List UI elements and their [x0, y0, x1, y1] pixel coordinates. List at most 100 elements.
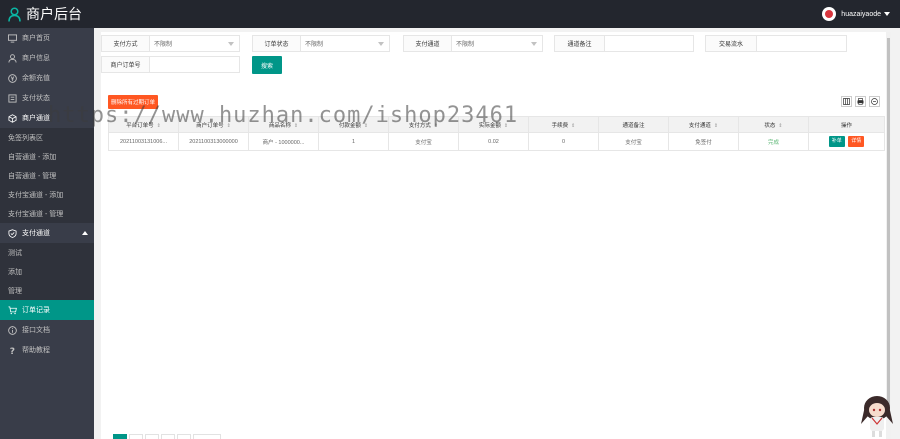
sidebar-item-add[interactable]: 添加: [0, 262, 94, 281]
sidebar-item-label: 自营通道 - 管理: [8, 172, 57, 180]
order-status-select[interactable]: 不限制: [301, 35, 390, 52]
sidebar-item-label: 接口文档: [22, 327, 50, 334]
vertical-scrollbar[interactable]: [886, 32, 891, 439]
sidebar-item-label: 余额充值: [22, 75, 50, 82]
sort-icon: ⇕: [713, 122, 719, 129]
page-button[interactable]: [145, 434, 159, 439]
app-title: 商户后台: [26, 6, 82, 22]
table-row: 20211003131006... 2021100313000000 商户 - …: [108, 132, 885, 151]
select-value: 不限制: [305, 42, 324, 48]
col-platform-order[interactable]: 平台订单号 ⇕: [108, 116, 179, 133]
sort-icon: ⇕: [571, 122, 576, 129]
cell-merchant-order: 2021100313000000: [178, 132, 249, 151]
col-merchant-order[interactable]: 商户订单号 ⇕: [178, 116, 249, 133]
sidebar-item-pay-channel[interactable]: 支付通道: [0, 223, 94, 243]
filter-label: 通道备注: [554, 35, 605, 52]
detail-button[interactable]: 详情: [848, 136, 865, 147]
monitor-icon: [8, 33, 17, 43]
table-toolbar: 删除所有过期订单: [108, 93, 884, 113]
channel-note-input[interactable]: [605, 35, 694, 52]
page-button[interactable]: [177, 434, 191, 439]
page-current[interactable]: [113, 434, 127, 439]
search-button[interactable]: 搜索: [252, 56, 282, 74]
filter-trade-no: 交易流水: [705, 35, 847, 52]
sidebar: 商户首页 商户信息 余额充值 支付状态 商户通道 免签列表区 自营通道 - 添加…: [0, 28, 94, 439]
export-icon[interactable]: [869, 96, 880, 107]
brand: 商户后台: [8, 4, 82, 24]
col-channel-note: 通道备注: [598, 116, 669, 133]
sidebar-item-alipay-channel-manage[interactable]: 支付宝通道 - 管理: [0, 204, 94, 223]
sidebar-item-home[interactable]: 商户首页: [0, 28, 94, 48]
sort-icon: ⇕: [778, 122, 783, 129]
sidebar-item-help[interactable]: ? 帮助教程: [0, 340, 94, 360]
col-status[interactable]: 状态 ⇕: [738, 116, 809, 133]
sidebar-item-label: 支付通道: [22, 230, 50, 237]
merchant-order-input[interactable]: [150, 56, 240, 73]
page-button[interactable]: [129, 434, 143, 439]
col-amount[interactable]: 付款金额 ⇕: [318, 116, 389, 133]
filter-channel-note: 通道备注: [554, 35, 694, 52]
yen-icon: [8, 73, 17, 83]
column-header: 支付方式: [408, 122, 431, 129]
col-actual-amount[interactable]: 实际金额 ⇕: [458, 116, 529, 133]
col-pay-method[interactable]: 支付方式 ⇕: [388, 116, 459, 133]
user-menu[interactable]: huazaiyaode: [822, 7, 890, 21]
filter-label: 支付方式: [101, 35, 150, 52]
sidebar-item-pay-status[interactable]: 支付状态: [0, 88, 94, 108]
info-icon: [8, 325, 17, 335]
sidebar-item-api-docs[interactable]: 接口文档: [0, 320, 94, 340]
sidebar-item-alipay-channel-add[interactable]: 支付宝通道 - 添加: [0, 185, 94, 204]
trade-no-input[interactable]: [757, 35, 847, 52]
pagination: [113, 434, 223, 439]
cell-product: 商户 - 1000000...: [248, 132, 319, 151]
pay-method-select[interactable]: 不限制: [150, 35, 240, 52]
sidebar-item-label: 商户首页: [22, 35, 50, 42]
page-button[interactable]: [161, 434, 175, 439]
sidebar-item-manage[interactable]: 管理: [0, 281, 94, 300]
col-product[interactable]: 商品名称 ⇕: [248, 116, 319, 133]
column-header: 手续费: [551, 122, 569, 129]
column-header: 实际金额: [478, 122, 501, 129]
select-value: 不限制: [456, 42, 475, 48]
col-pay-channel[interactable]: 支付通道 ⇕: [668, 116, 739, 133]
user-icon: [8, 53, 17, 63]
filter-label: 支付通道: [403, 35, 452, 52]
pay-channel-select[interactable]: 不限制: [452, 35, 543, 52]
sidebar-item-self-channel-add[interactable]: 自营通道 - 添加: [0, 147, 94, 166]
sidebar-item-label: 免签列表区: [8, 134, 43, 142]
table-header-row: 平台订单号 ⇕ 商户订单号 ⇕ 商品名称 ⇕ 付款金额 ⇕ 支付方式 ⇕ 实际金额 ⇕ 手续…: [108, 116, 885, 133]
sort-icon: ⇕: [293, 122, 299, 129]
print-icon[interactable]: [855, 96, 866, 107]
sidebar-item-recharge[interactable]: 余额充值: [0, 68, 94, 88]
chevron-down-icon: [378, 42, 384, 46]
column-header: 付款金额: [338, 122, 361, 129]
cell-channel-note: 支付宝: [598, 132, 669, 151]
user-icon: [8, 6, 21, 22]
sidebar-item-label: 订单记录: [22, 307, 50, 314]
filter-label: 订单状态: [252, 35, 301, 52]
cell-pay-channel: 免签付: [668, 132, 739, 151]
sidebar-item-self-channel-manage[interactable]: 自营通道 - 管理: [0, 166, 94, 185]
sort-icon: ⇕: [433, 122, 439, 129]
column-header: 操作: [840, 122, 852, 129]
col-fee[interactable]: 手续费 ⇕: [528, 116, 599, 133]
sidebar-item-test[interactable]: 测试: [0, 243, 94, 262]
filter-pay-method: 支付方式 不限制: [101, 35, 240, 52]
table-tools: [838, 96, 880, 107]
sidebar-item-orders[interactable]: 订单记录: [0, 300, 94, 320]
columns-icon[interactable]: [841, 96, 852, 107]
sidebar-item-label: 商户信息: [22, 55, 50, 62]
sidebar-item-merchant-info[interactable]: 商户信息: [0, 48, 94, 68]
sidebar-item-free-list[interactable]: 免签列表区: [0, 128, 94, 147]
scrollbar-thumb[interactable]: [887, 38, 890, 408]
cell-pay-method: 支付宝: [388, 132, 459, 151]
page-size-select[interactable]: [193, 434, 221, 439]
filter-label: 商户订单号: [101, 56, 150, 73]
sort-icon: ⇕: [226, 122, 231, 129]
sidebar-item-label: 添加: [8, 268, 22, 276]
fix-order-button[interactable]: 补单: [828, 136, 845, 147]
sidebar-item-label: 支付宝通道 - 管理: [8, 210, 64, 218]
avatar: [822, 7, 837, 21]
sidebar-item-merchant-channel[interactable]: 商户通道: [0, 108, 94, 128]
delete-expired-button[interactable]: 删除所有过期订单: [108, 95, 159, 109]
